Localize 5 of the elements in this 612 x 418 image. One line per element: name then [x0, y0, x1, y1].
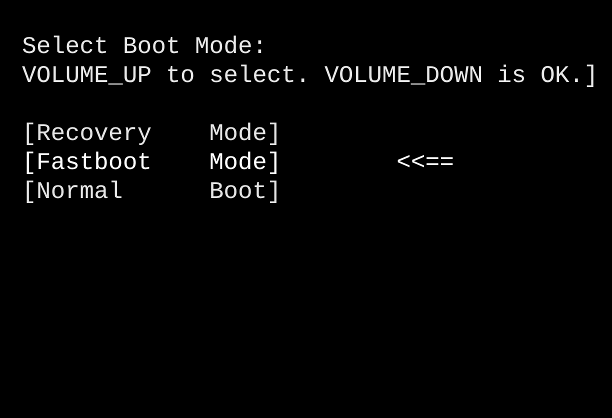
boot-option[interactable]: [Fastboot Mode] <<== — [22, 149, 454, 178]
boot-option[interactable]: [Recovery Mode] — [22, 120, 282, 149]
boot-option[interactable]: [Normal Boot] — [22, 178, 282, 207]
menu-title: Select Boot Mode: — [22, 33, 268, 62]
instructions-text: VOLUME_UP to select. VOLUME_DOWN is OK.] — [22, 62, 600, 91]
